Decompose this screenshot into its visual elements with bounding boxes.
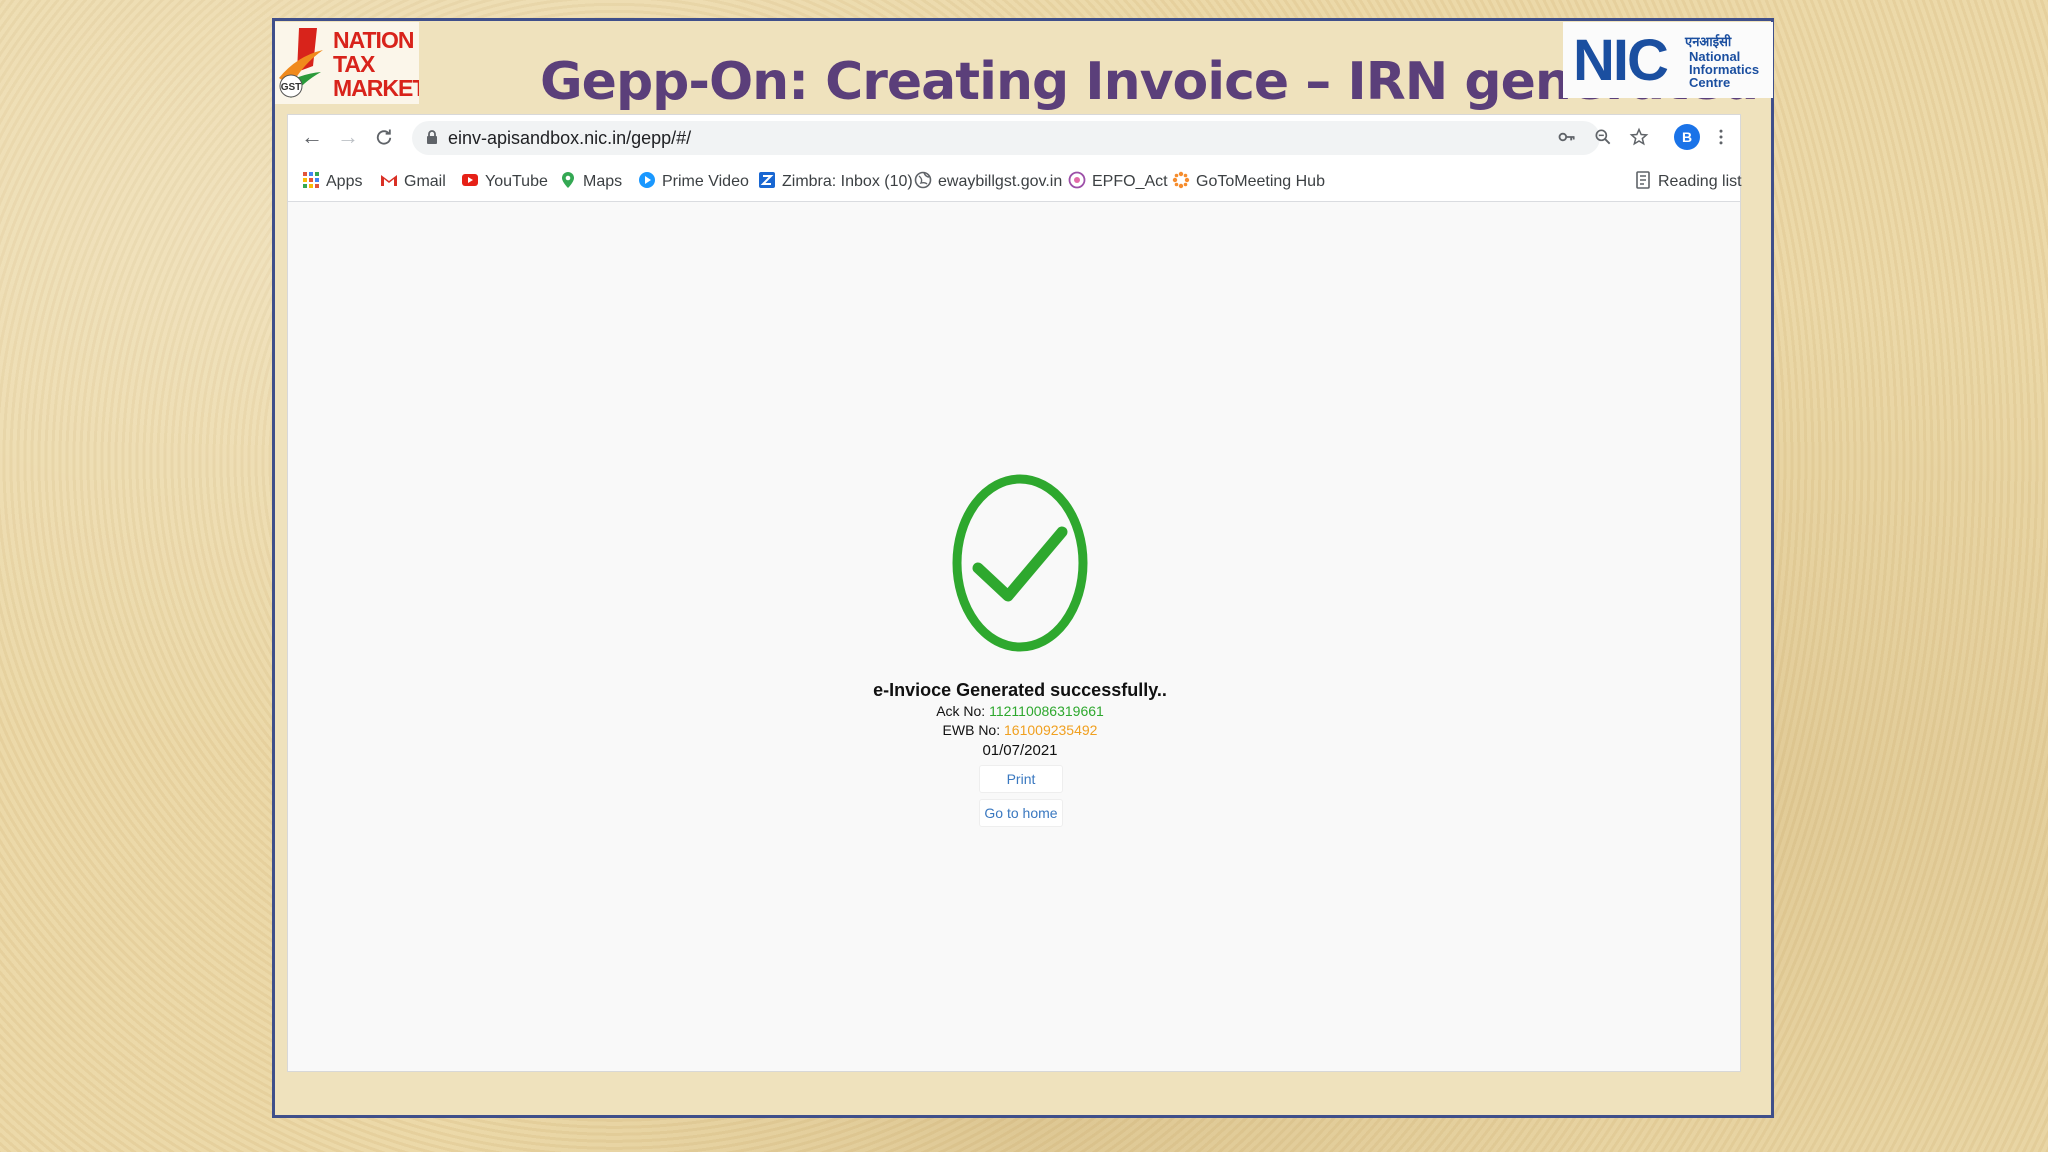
reading-list-icon: [1636, 171, 1650, 189]
nic-logo-hindi: एनआईसी: [1685, 34, 1732, 49]
bookmark-star-button[interactable]: [1626, 124, 1652, 150]
bookmark-label: Maps: [583, 173, 623, 190]
key-icon: [1558, 132, 1575, 142]
password-key-button[interactable]: [1554, 124, 1580, 150]
print-button[interactable]: Print: [979, 765, 1063, 793]
bookmark-label: EPFO_Act: [1092, 173, 1168, 190]
zoom-magnifier-icon: [1595, 129, 1611, 145]
gotomeeting-icon: [1172, 171, 1190, 189]
maps-icon: [562, 172, 574, 188]
go-to-home-button[interactable]: Go to home: [979, 799, 1063, 827]
bookmark-label: Prime Video: [662, 173, 749, 190]
nation-tax-market-logo: GST NATION TAX MARKET: [275, 22, 419, 104]
ewb-number-line: EWB No: 161009235492: [728, 722, 1312, 738]
bookmark-epfo[interactable]: EPFO_Act: [1068, 171, 1168, 191]
browser-window: ← → einv-apisandbox.nic.in/gepp/#/ B App…: [287, 114, 1742, 1072]
bookmark-ewaybill[interactable]: ewaybillgst.gov.in: [914, 171, 1062, 191]
browser-menu-button[interactable]: [1708, 124, 1734, 150]
bookmark-youtube[interactable]: YouTube: [461, 171, 548, 191]
ewb-number: 161009235492: [1004, 722, 1098, 738]
logo-line-2: TAX: [333, 51, 375, 77]
gmail-icon: [381, 175, 397, 186]
bookmark-gotomeeting[interactable]: GoToMeeting Hub: [1172, 171, 1325, 191]
epfo-icon: [1068, 171, 1086, 189]
browser-toolbar: ← → einv-apisandbox.nic.in/gepp/#/ B: [288, 115, 1740, 161]
apps-grid-icon: [303, 172, 319, 188]
star-icon: [1629, 127, 1649, 146]
forward-button[interactable]: →: [334, 123, 362, 151]
bookmark-label: Gmail: [404, 173, 446, 190]
bookmarks-bar: Apps Gmail YouTube Maps Prime Video Zimb…: [288, 161, 1742, 202]
bookmark-label: YouTube: [485, 173, 548, 190]
url-text: einv-apisandbox.nic.in/gepp/#/: [448, 128, 692, 148]
bookmark-label: GoToMeeting Hub: [1196, 173, 1325, 190]
reading-list-label: Reading list: [1658, 173, 1742, 190]
logo-line-3: MARKET: [333, 75, 419, 101]
bookmark-zimbra[interactable]: Zimbra: Inbox (10): [758, 171, 913, 191]
kebab-menu-icon: [1719, 129, 1723, 145]
ack-label: Ack No:: [936, 703, 986, 719]
bookmark-label: Zimbra: Inbox (10): [782, 173, 913, 190]
prime-video-icon: [639, 172, 655, 188]
success-message: e-Invioce Generated successfully..: [873, 680, 1167, 700]
youtube-icon: [462, 174, 478, 186]
profile-avatar[interactable]: B: [1674, 124, 1700, 150]
bookmark-label: ewaybillgst.gov.in: [938, 173, 1063, 190]
slide-title: Gepp-On: Creating Invoice – IRN generate…: [540, 52, 1759, 112]
logo-line-1: NATION: [333, 27, 414, 53]
bookmark-prime-video[interactable]: Prime Video: [638, 171, 749, 191]
bookmark-maps[interactable]: Maps: [559, 171, 622, 191]
zimbra-icon: [759, 172, 775, 188]
arrow-right-icon: →: [337, 124, 359, 149]
bookmark-gmail[interactable]: Gmail: [380, 171, 446, 191]
ack-number: 112110086319661: [989, 703, 1104, 719]
bookmark-label: Apps: [326, 173, 363, 190]
address-bar[interactable]: einv-apisandbox.nic.in/gepp/#/: [412, 121, 1600, 155]
lock-icon: [427, 130, 437, 144]
gst-logo-icon: GST: [279, 28, 323, 98]
nic-logo-text: NIC: [1573, 28, 1669, 93]
ack-number-line: Ack No: 112110086319661: [728, 703, 1312, 719]
nic-line-3: Centre: [1689, 75, 1731, 90]
back-button[interactable]: ←: [298, 123, 326, 151]
nic-logo: NIC एनआईसी National Informatics Centre: [1563, 22, 1773, 98]
gst-badge-text: GST: [281, 82, 302, 93]
ewb-label: EWB No:: [942, 722, 1001, 738]
reload-icon: [376, 129, 392, 145]
zoom-button[interactable]: [1590, 124, 1616, 150]
invoice-date: 01/07/2021: [982, 742, 1058, 759]
bookmark-apps[interactable]: Apps: [302, 171, 362, 191]
check-circle-icon: [952, 474, 1088, 652]
page-content: e-Invioce Generated successfully.. Ack N…: [288, 202, 1740, 1071]
reload-button[interactable]: [370, 123, 398, 151]
globe-icon: [914, 171, 932, 189]
reading-list-button[interactable]: Reading list: [1634, 171, 1742, 191]
arrow-left-icon: ←: [301, 124, 323, 149]
